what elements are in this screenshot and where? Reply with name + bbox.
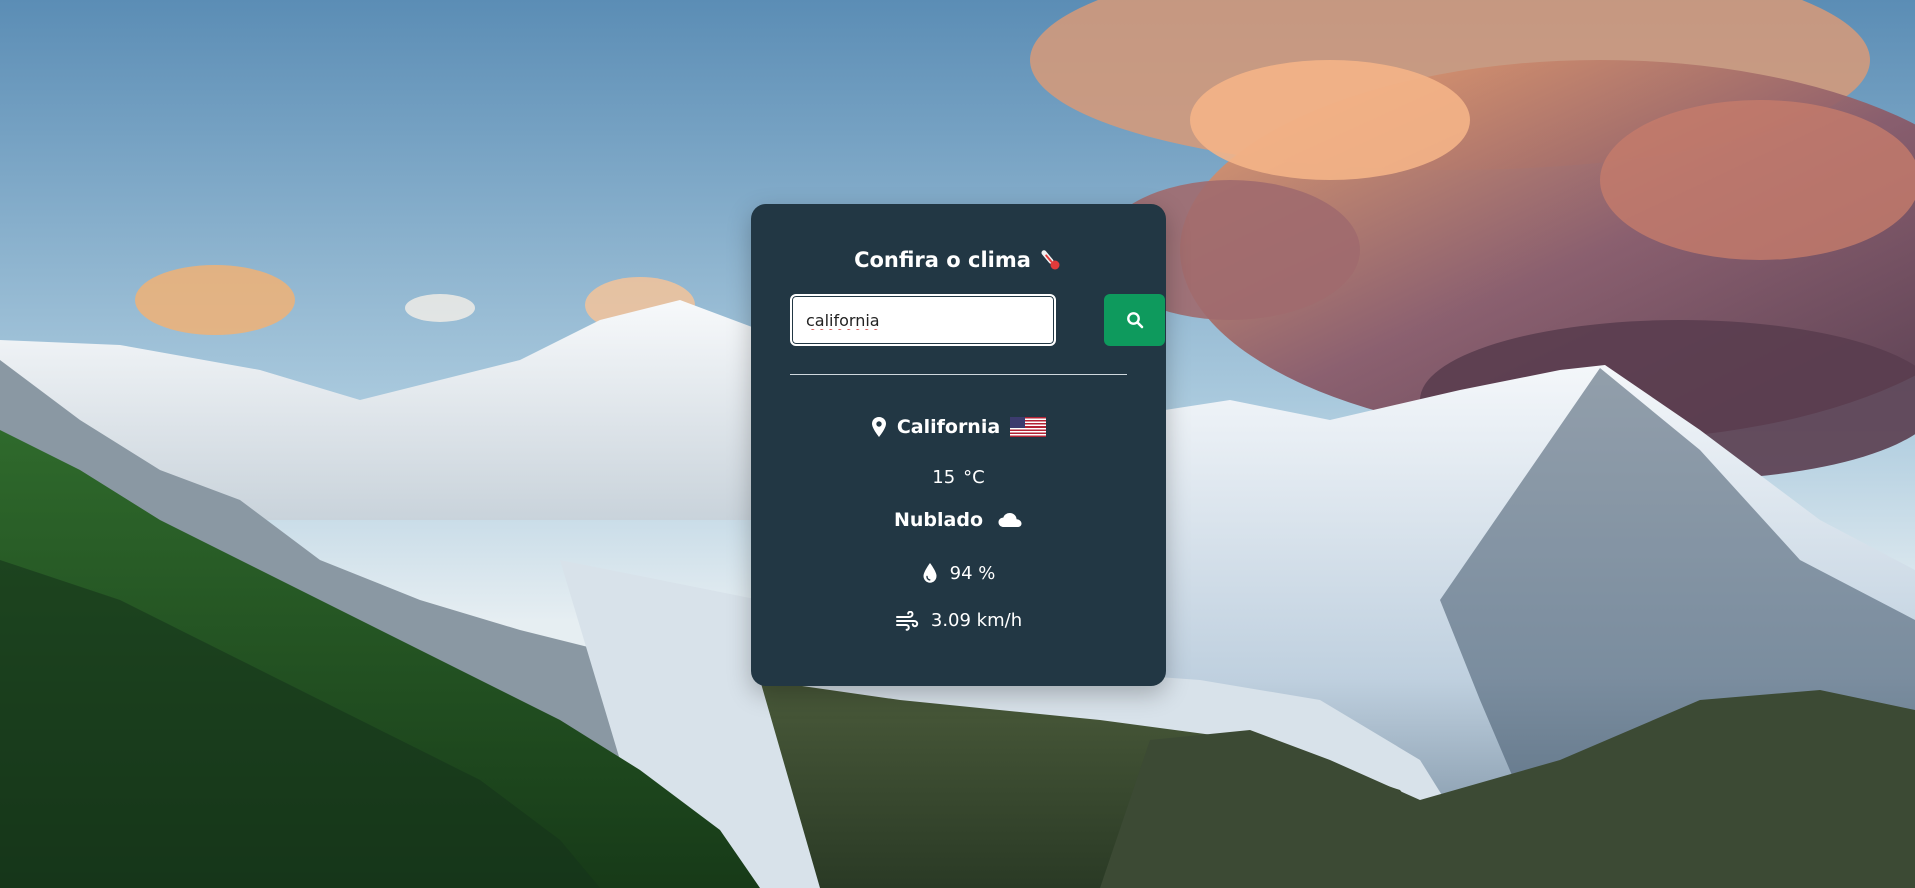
city-row: California (751, 416, 1166, 438)
cloud-icon (997, 511, 1023, 529)
wind-row: 3.09 km/h (751, 610, 1166, 631)
temperature-unit: °C (963, 467, 985, 488)
condition-row: Nublado (751, 509, 1166, 531)
temperature-value: 15 (932, 467, 956, 488)
humidity-row: 94 % (751, 562, 1166, 584)
search-button[interactable] (1104, 294, 1165, 346)
city-search-input[interactable] (790, 294, 1056, 346)
weather-description: Nublado (893, 509, 984, 531)
search-icon (1126, 311, 1144, 329)
wind-speed-value: 3.09 km/h (930, 610, 1023, 631)
thermometer-icon (1041, 248, 1063, 272)
search-form (790, 294, 1165, 346)
map-pin-icon (871, 416, 887, 438)
humidity-value: 94 % (949, 562, 996, 584)
weather-card: Confira o clima california California 15… (751, 204, 1166, 686)
divider (790, 374, 1127, 375)
card-header: Confira o clima (751, 248, 1166, 272)
us-flag-icon (1010, 417, 1047, 437)
temperature-row: 15 °C (751, 467, 1166, 488)
city-name: California (896, 416, 1001, 438)
droplet-icon (922, 562, 938, 584)
page-title: Confira o clima (854, 248, 1031, 272)
wind-icon (895, 610, 919, 631)
